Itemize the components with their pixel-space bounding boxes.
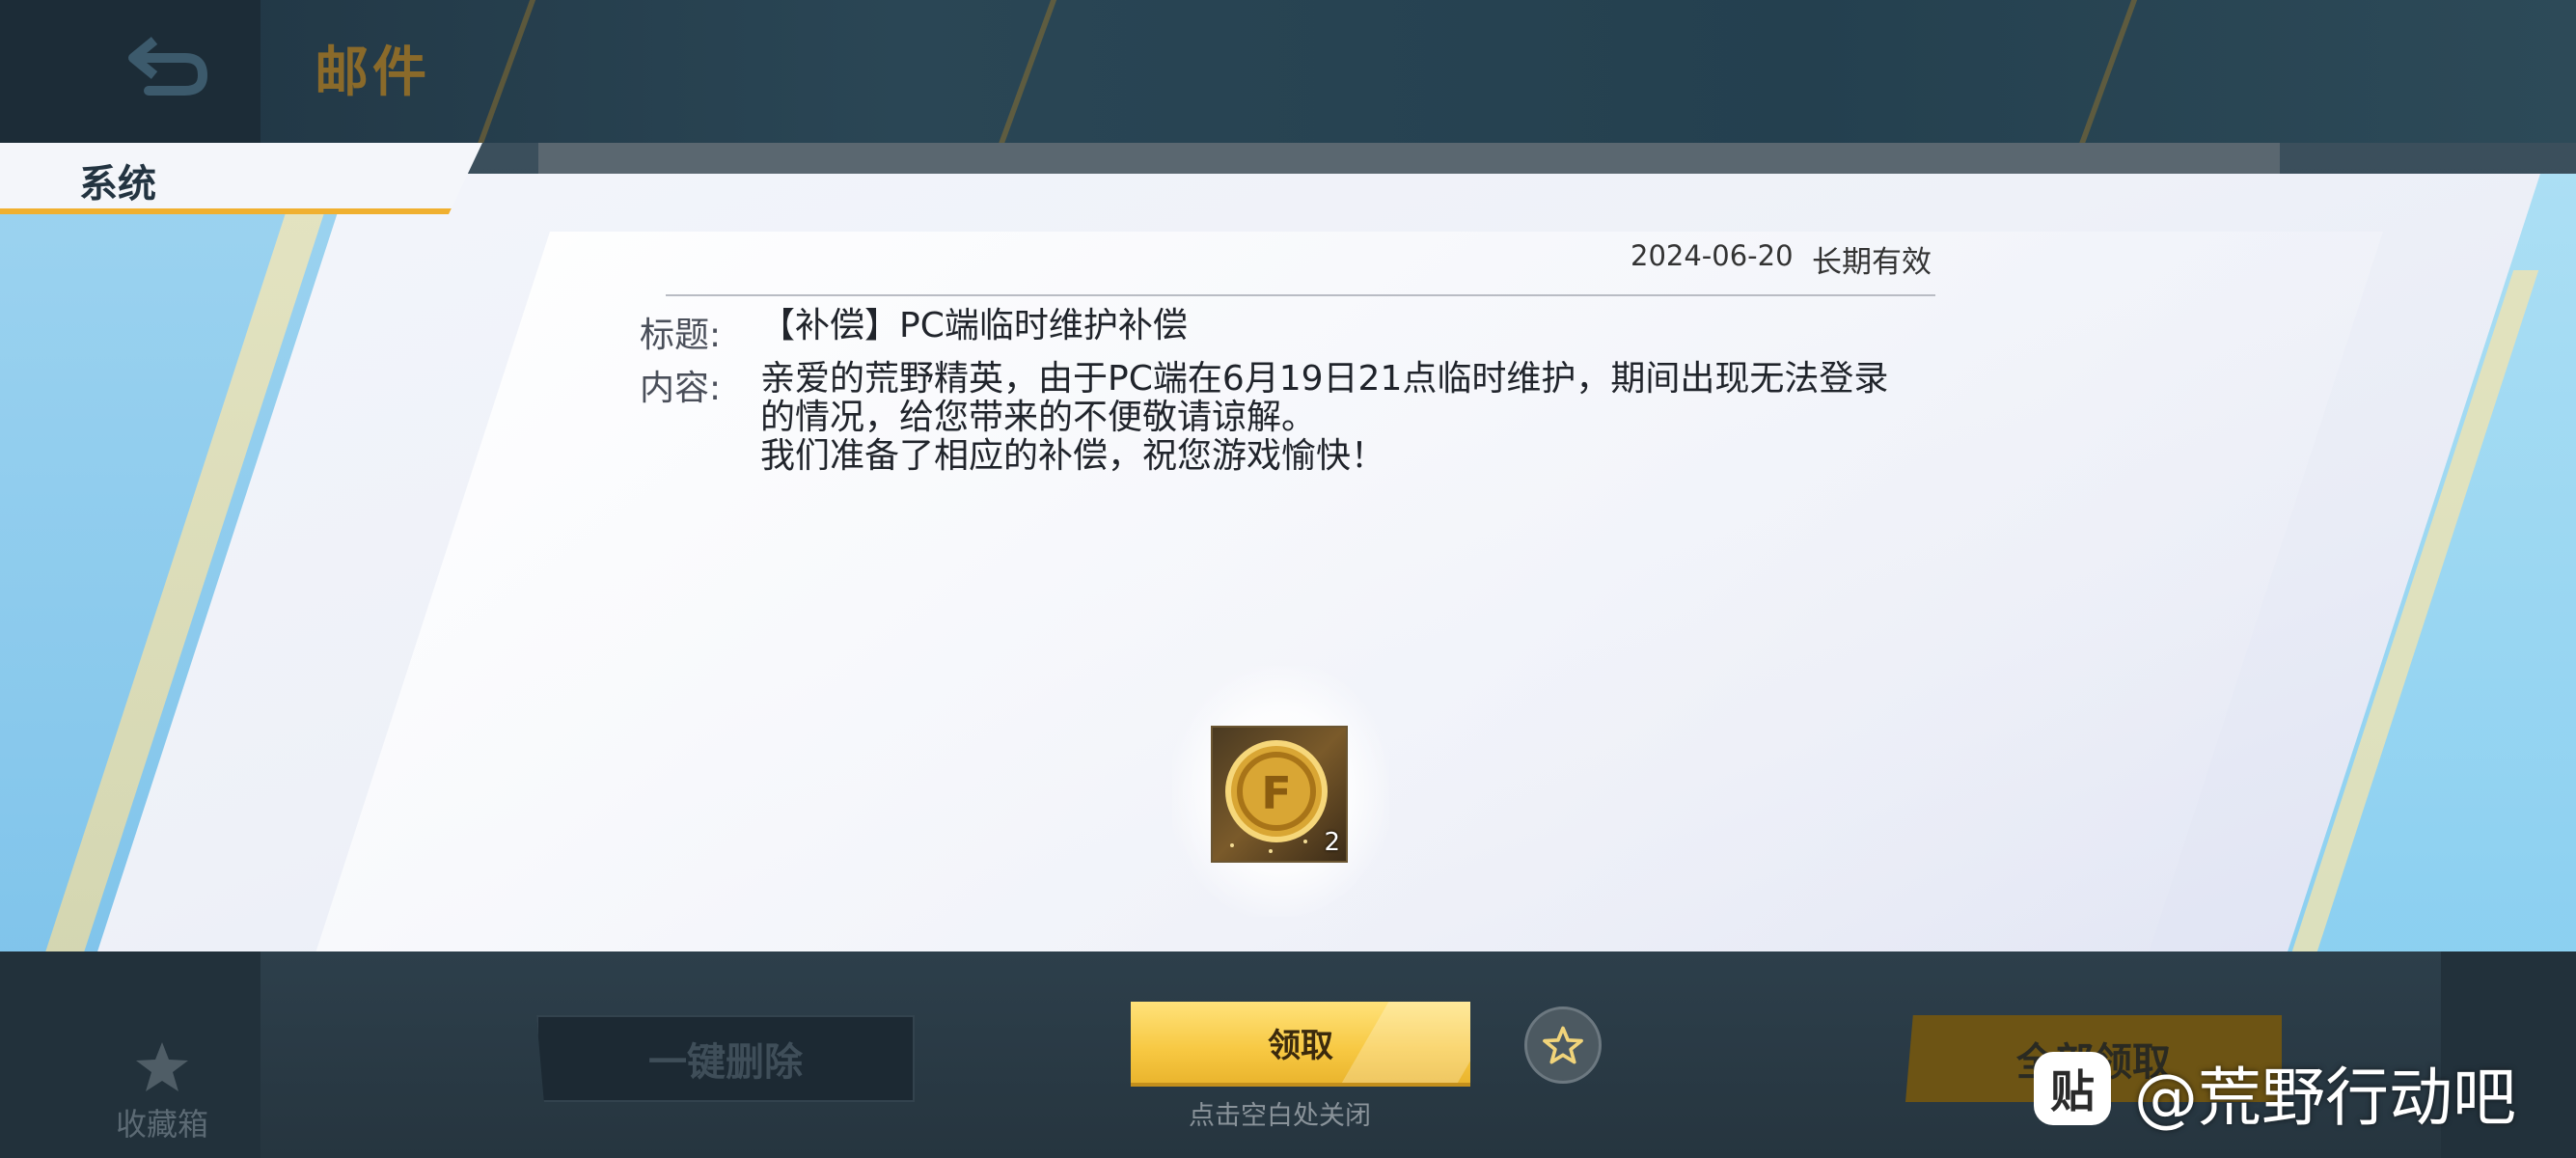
header-stripe <box>466 0 543 143</box>
back-button[interactable] <box>116 27 212 104</box>
sheet-top-edge <box>538 143 2280 176</box>
claim-button[interactable]: 领取 <box>1131 1002 1470 1087</box>
mail-divider <box>666 294 1935 296</box>
mail-content: 亲爱的荒野精英，由于PC端在6月19日21点临时维护，期间出现无法登录 的情况，… <box>760 360 1888 476</box>
svg-text:F: F <box>1261 767 1291 819</box>
close-hint: 点击空白处关闭 <box>1189 1101 1371 1131</box>
favorites-star-icon[interactable] <box>133 1040 191 1094</box>
content-line: 亲爱的荒野精英，由于PC端在6月19日21点临时维护，期间出现无法登录 <box>760 359 1889 399</box>
claim-button-decoration <box>1339 1002 1470 1083</box>
mail-date: 2024-06-20 <box>1631 239 1794 272</box>
watermark-text: @荒野行动吧 <box>2134 1061 2516 1135</box>
star-outline-icon <box>1543 1026 1583 1064</box>
delete-all-button[interactable]: 一键删除 <box>536 1015 915 1102</box>
claim-button-label: 领取 <box>1268 1026 1333 1065</box>
title-label: 标题: <box>640 316 722 355</box>
back-arrow-icon <box>128 37 208 96</box>
favorites-label[interactable]: 收藏箱 <box>116 1100 208 1144</box>
content-line: 的情况，给您带来的不便敬请谅解。 <box>760 398 1317 437</box>
content-line: 我们准备了相应的补偿，祝您游戏愉快！ <box>760 436 1386 476</box>
reward-item[interactable]: F 2 <box>1211 726 1348 863</box>
watermark-logo: 贴 <box>2034 1052 2111 1125</box>
header-stripe <box>2068 0 2145 143</box>
tab-system-label: 系统 <box>79 162 156 207</box>
mail-title: 【补偿】PC端临时维护补偿 <box>760 306 1188 345</box>
header-stripe <box>987 0 1064 143</box>
favorite-mail-button[interactable] <box>1524 1006 1602 1084</box>
mail-validity: 长期有效 <box>1812 245 1932 280</box>
page-title: 邮件 <box>315 41 430 104</box>
content-label: 内容: <box>640 369 722 408</box>
tab-system[interactable]: 系统 <box>0 143 482 214</box>
reward-count: 2 <box>1324 828 1340 857</box>
